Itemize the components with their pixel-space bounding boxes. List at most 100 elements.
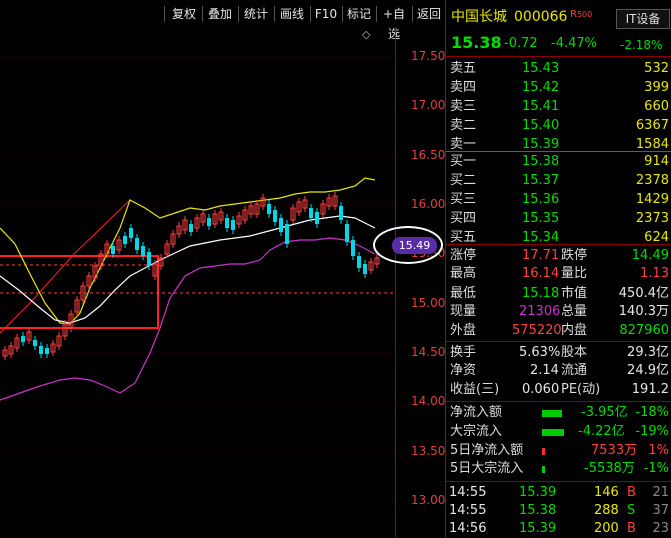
bids-level-volume: 1429 (635, 192, 669, 207)
quote-panel: 中国长城 000066 R500 IT设备 15.38 -0.72 -4.47%… (446, 0, 671, 537)
low-label: 最低 (450, 286, 477, 301)
bids-level-label: 买一 (450, 154, 477, 169)
asks-level-label: 卖五 (450, 61, 477, 76)
block-inflow-bar (542, 429, 564, 436)
asks-level-volume: 532 (644, 61, 669, 76)
eps-value: 0.060 (522, 382, 560, 397)
tick-side: B (627, 521, 636, 536)
tick-volume: 288 (594, 503, 619, 518)
asks-level-price[interactable]: 15.43 (522, 60, 559, 78)
restore-rights-button[interactable]: 复权 (167, 4, 201, 24)
candle-body (285, 224, 289, 244)
bids-level-label: 买三 (450, 192, 477, 207)
divider-line (446, 481, 671, 482)
block-inflow-pct: -19% (635, 424, 669, 439)
candle-body (351, 240, 355, 256)
candle-body (135, 238, 139, 250)
y-axis-tick: 14.00 (411, 394, 446, 408)
tick-volume: 200 (594, 521, 619, 536)
price-change-pct: -4.47% (551, 36, 597, 51)
bids-level-price[interactable]: 15.36 (522, 191, 559, 209)
stock-code: 000066 (514, 9, 568, 25)
outer-volume-label: 外盘 (450, 323, 477, 338)
tick-count: 23 (652, 521, 669, 536)
y-axis-tick: 17.50 (411, 49, 446, 63)
candle-body (129, 228, 133, 238)
overlay-button[interactable]: 叠加 (203, 4, 237, 24)
stock-tag: R500 (570, 9, 593, 20)
mark-button[interactable]: 标记 (343, 4, 375, 24)
candle-body (225, 218, 229, 228)
float-value: 24.9亿 (627, 363, 669, 378)
candle-body (21, 336, 25, 342)
price-axis-line (395, 28, 396, 537)
total-volume-value: 140.3万 (618, 304, 669, 319)
divider-line (446, 151, 671, 152)
add-watchlist-button[interactable]: +自选 (377, 4, 411, 41)
bids-level-price[interactable]: 15.38 (522, 153, 559, 171)
draw-line-button[interactable]: 画线 (275, 4, 309, 24)
volume-ratio-label: 量比 (561, 266, 588, 281)
limit-up-label: 涨停 (450, 248, 477, 263)
total-volume-label: 总量 (561, 304, 588, 319)
y-axis-tick: 13.50 (411, 444, 446, 458)
5day-net-inflow-pct: 1% (648, 443, 669, 458)
current-volume-value: 21306 (519, 304, 561, 319)
asks-level-price[interactable]: 15.41 (522, 98, 559, 116)
block-inflow-label: 大宗流入 (450, 424, 503, 439)
net-inflow-value: -3.95亿 (581, 405, 628, 420)
asks-level-price[interactable]: 15.42 (522, 79, 559, 97)
5day-block-inflow-value: -5538万 (584, 461, 635, 476)
bids-level-label: 买四 (450, 211, 477, 226)
back-button[interactable]: 返回 (413, 4, 445, 24)
y-axis-tick: 15.00 (411, 296, 446, 310)
bids-level-volume: 2373 (635, 211, 669, 226)
net-assets-value: 2.14 (530, 363, 559, 378)
y-axis-tick: 13.00 (411, 493, 446, 507)
trend-line (0, 199, 131, 334)
net-inflow-bar (542, 410, 562, 417)
pe-label: PE(动) (561, 382, 601, 397)
5day-net-inflow-value: 7533万 (591, 443, 638, 458)
tick-count: 37 (652, 503, 669, 518)
5day-block-inflow-bar (542, 466, 545, 473)
diamond-icon[interactable]: ◇ (362, 28, 370, 41)
candle-body (279, 218, 283, 232)
tick-count: 21 (652, 485, 669, 500)
bids-level-price[interactable]: 15.37 (522, 172, 559, 190)
bids-level-price[interactable]: 15.35 (522, 210, 559, 228)
low-value: 15.18 (522, 286, 560, 301)
divider-line (446, 401, 671, 402)
divider-line (446, 56, 671, 57)
red-box-annotation (0, 255, 159, 329)
share-capital-value: 29.3亿 (627, 345, 669, 360)
high-value: 16.14 (522, 266, 560, 281)
candle-body (207, 218, 211, 226)
sector-label[interactable]: IT设备 (616, 9, 670, 29)
net-inflow-label: 净流入额 (450, 405, 503, 420)
asks-level-label: 卖二 (450, 118, 477, 133)
sector-change: -2.18% (620, 38, 663, 52)
candlestick-chart[interactable] (0, 28, 445, 537)
net-inflow-pct: -18% (635, 405, 669, 420)
statistics-button[interactable]: 统计 (239, 4, 273, 24)
candle-body (363, 264, 367, 274)
candle-body (339, 206, 343, 220)
current-price-marker: 15.49 (392, 237, 437, 254)
bids-level-volume: 914 (644, 154, 669, 169)
candle-body (111, 246, 115, 254)
market-cap-value: 450.4亿 (618, 286, 669, 301)
asks-level-price[interactable]: 15.40 (522, 117, 559, 135)
outer-volume-value: 575220 (512, 323, 562, 338)
upper-band-line (0, 177, 376, 325)
5day-block-inflow-pct: -1% (643, 461, 669, 476)
asks-level-volume: 399 (644, 80, 669, 95)
candlesticks (2, 192, 380, 360)
chart-grid (0, 56, 395, 502)
f10-button[interactable]: F10 (311, 4, 341, 24)
current-volume-label: 现量 (450, 304, 477, 319)
volume-ratio-value: 1.13 (640, 266, 669, 281)
y-axis-tick: 16.50 (411, 148, 446, 162)
share-capital-label: 股本 (561, 345, 588, 360)
asks-level-label: 卖三 (450, 99, 477, 114)
